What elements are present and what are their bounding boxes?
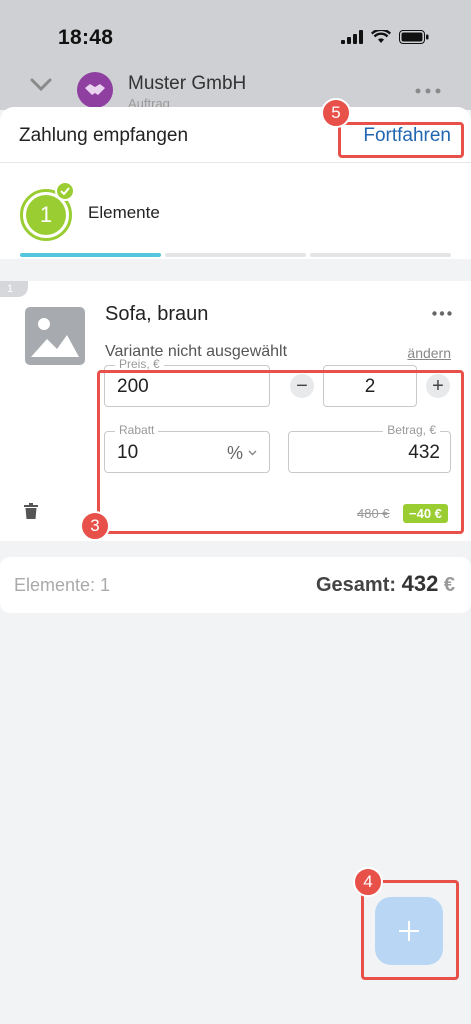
amount-label: Betrag, €: [383, 423, 440, 437]
increase-quantity-button[interactable]: +: [426, 374, 450, 398]
plus-icon: +: [432, 374, 444, 397]
continue-button[interactable]: Fortfahren: [363, 125, 451, 147]
discount-unit[interactable]: %: [227, 443, 243, 464]
signal-icon: [341, 30, 363, 44]
old-price: 480 €: [357, 506, 390, 521]
item-name: Sofa, braun: [105, 303, 209, 325]
item-index: 1: [0, 281, 28, 297]
background-deal-header: Muster GmbH Auftrag: [0, 66, 471, 111]
status-icons: [341, 30, 429, 44]
marker-4: 4: [353, 867, 383, 897]
decrease-quantity-button[interactable]: −: [290, 374, 314, 398]
discount-input[interactable]: Rabatt 10 %: [104, 423, 270, 473]
sheet-title: Zahlung empfangen: [19, 125, 189, 146]
progress-segment: [165, 253, 306, 257]
more-icon: [415, 88, 441, 94]
image-placeholder-icon: [25, 307, 85, 365]
step-label: Elemente: [88, 203, 160, 222]
step-number: 1: [26, 195, 66, 235]
progress-segment: [20, 253, 161, 257]
total: Gesamt: 432 €: [316, 571, 455, 597]
progress-segment: [310, 253, 451, 257]
summary-bar: Elemente: 1 Gesamt: 432 €: [0, 557, 471, 613]
plus-icon: [399, 921, 419, 941]
progress-bar: [20, 253, 451, 257]
check-icon: [55, 181, 75, 201]
discount-label: Rabatt: [115, 423, 159, 437]
item-card: 1 Sofa, braun Variante nicht ausgewählt …: [0, 281, 471, 541]
change-variant-link[interactable]: ändern: [407, 345, 451, 361]
payment-sheet: Zahlung empfangen Fortfahren 1 Elemente …: [0, 107, 471, 1024]
wifi-icon: [371, 30, 391, 43]
status-bar: 18:48: [0, 0, 471, 70]
item-more-icon[interactable]: [432, 311, 452, 316]
battery-icon: [399, 30, 429, 44]
marker-5: 5: [321, 98, 351, 128]
amount-input[interactable]: Betrag, € 432: [288, 423, 451, 473]
price-label: Preis, €: [115, 357, 164, 371]
quantity-value: 2: [364, 376, 376, 397]
total-currency: €: [443, 574, 455, 596]
total-label: Gesamt:: [316, 574, 397, 596]
chevron-down-icon: [30, 78, 52, 92]
add-item-button[interactable]: [375, 897, 443, 965]
marker-3: 3: [80, 511, 110, 541]
total-value: 432: [401, 571, 439, 596]
minus-icon: −: [296, 374, 308, 397]
item-count: Elemente: 1: [14, 575, 111, 595]
discount-value: 10: [117, 442, 139, 463]
trash-icon[interactable]: [24, 503, 38, 519]
quantity-input[interactable]: 2: [323, 365, 417, 407]
price-input[interactable]: Preis, € 200: [104, 357, 270, 407]
company-avatar: [77, 72, 113, 108]
status-time: 18:48: [58, 26, 114, 49]
sheet-header: Zahlung empfangen Fortfahren: [0, 107, 471, 163]
handshake-icon: [85, 84, 105, 95]
company-name: Muster GmbH: [128, 73, 247, 94]
amount-value: 432: [408, 442, 440, 463]
discount-badge: −40 €: [403, 504, 448, 523]
stepper: 1 Elemente: [0, 163, 471, 259]
price-value: 200: [117, 376, 149, 397]
chevron-down-icon: [248, 450, 257, 456]
